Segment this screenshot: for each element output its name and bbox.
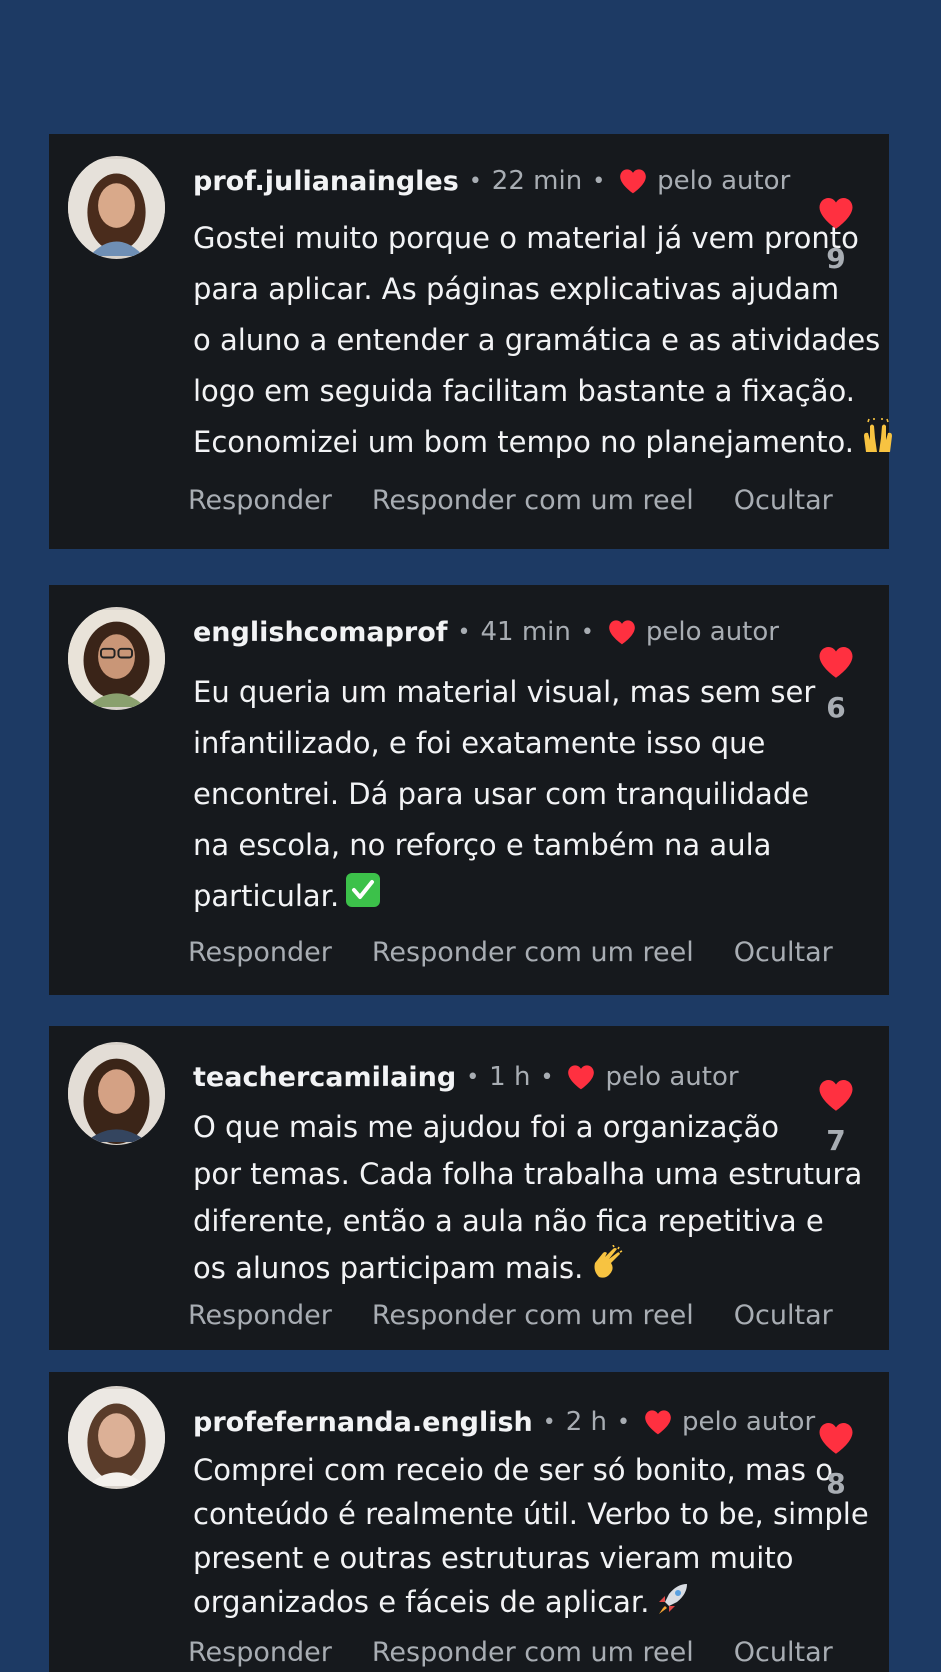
comment-card: profefernanda.english • 2 h • pelo autor…	[49, 1372, 889, 1672]
check-mark-icon	[345, 872, 381, 924]
author-liked-label: pelo autor	[657, 166, 791, 196]
comment-card: prof.julianaingles • 22 min • pelo autor…	[49, 134, 892, 549]
rocket-icon	[655, 1580, 691, 1628]
heart-icon	[644, 1409, 672, 1435]
username[interactable]: teachercamilaing	[193, 1062, 456, 1093]
comment-actions: Responder Responder com um reel Ocultar	[188, 485, 833, 516]
heart-icon	[619, 168, 647, 194]
raising-hands-icon	[860, 418, 896, 470]
heart-icon	[818, 196, 854, 230]
heart-icon	[818, 1421, 854, 1455]
comment-header: profefernanda.english • 2 h • pelo autor	[193, 1397, 815, 1447]
separator-dot: •	[457, 619, 471, 645]
separator-dot: •	[580, 619, 594, 645]
comment-actions: Responder Responder com um reel Ocultar	[188, 937, 833, 968]
author-liked-label: pelo autor	[682, 1407, 816, 1437]
reply-with-reel-button[interactable]: Responder com um reel	[372, 1300, 694, 1331]
separator-dot: •	[542, 1409, 556, 1435]
comment-card: englishcomaprof • 41 min • pelo autor Eu…	[49, 585, 889, 995]
like-button[interactable]: 9	[816, 196, 856, 275]
comment-text: Comprei com receio de ser só bonito, mas…	[193, 1448, 869, 1628]
separator-dot: •	[617, 1409, 631, 1435]
timestamp: 41 min	[480, 617, 571, 647]
like-button[interactable]: 6	[816, 645, 856, 724]
username[interactable]: prof.julianaingles	[193, 166, 459, 197]
comment-text: Eu queria um material visual, mas sem se…	[193, 667, 815, 924]
timestamp: 1 h	[489, 1062, 531, 1092]
clapping-hands-icon	[589, 1244, 625, 1295]
comment-actions: Responder Responder com um reel Ocultar	[188, 1300, 833, 1331]
heart-icon	[608, 619, 636, 645]
comment-card: teachercamilaing • 1 h • pelo autor O qu…	[49, 1026, 889, 1350]
avatar[interactable]	[68, 156, 165, 259]
heart-icon	[818, 1078, 854, 1112]
reply-with-reel-button[interactable]: Responder com um reel	[372, 1637, 694, 1668]
comment-text: O que mais me ajudou foi a organização p…	[193, 1104, 862, 1295]
like-count: 6	[826, 691, 846, 724]
avatar[interactable]	[68, 1042, 165, 1145]
timestamp: 2 h	[565, 1407, 608, 1437]
heart-icon	[567, 1064, 595, 1090]
comment-header: prof.julianaingles • 22 min • pelo autor	[193, 156, 790, 206]
reply-with-reel-button[interactable]: Responder com um reel	[372, 485, 694, 516]
comment-actions: Responder Responder com um reel Ocultar	[188, 1637, 833, 1668]
separator-dot: •	[468, 168, 482, 194]
reply-button[interactable]: Responder	[188, 485, 332, 516]
timestamp: 22 min	[491, 166, 583, 196]
like-count: 9	[826, 242, 846, 275]
reply-button[interactable]: Responder	[188, 1637, 332, 1668]
avatar[interactable]	[68, 1386, 165, 1489]
avatar[interactable]	[68, 607, 165, 710]
hide-button[interactable]: Ocultar	[734, 485, 833, 516]
reply-button[interactable]: Responder	[188, 1300, 332, 1331]
like-button[interactable]: 7	[816, 1078, 856, 1157]
comment-header: englishcomaprof • 41 min • pelo autor	[193, 607, 779, 657]
comment-text: Gostei muito porque o material já vem pr…	[193, 213, 892, 470]
reply-with-reel-button[interactable]: Responder com um reel	[372, 937, 694, 968]
author-liked-label: pelo autor	[645, 617, 779, 647]
like-count: 8	[826, 1467, 846, 1500]
like-count: 7	[826, 1124, 846, 1157]
reply-button[interactable]: Responder	[188, 937, 332, 968]
comment-header: teachercamilaing • 1 h • pelo autor	[193, 1052, 779, 1102]
hide-button[interactable]: Ocultar	[734, 1637, 833, 1668]
separator-dot: •	[466, 1064, 480, 1090]
hide-button[interactable]: Ocultar	[734, 937, 833, 968]
username[interactable]: englishcomaprof	[193, 617, 448, 648]
username[interactable]: profefernanda.english	[193, 1407, 533, 1438]
like-button[interactable]: 8	[816, 1421, 856, 1500]
hide-button[interactable]: Ocultar	[734, 1300, 833, 1331]
author-liked-label: pelo autor	[605, 1062, 739, 1092]
separator-dot: •	[540, 1064, 554, 1090]
separator-dot: •	[592, 168, 606, 194]
heart-icon	[818, 645, 854, 679]
